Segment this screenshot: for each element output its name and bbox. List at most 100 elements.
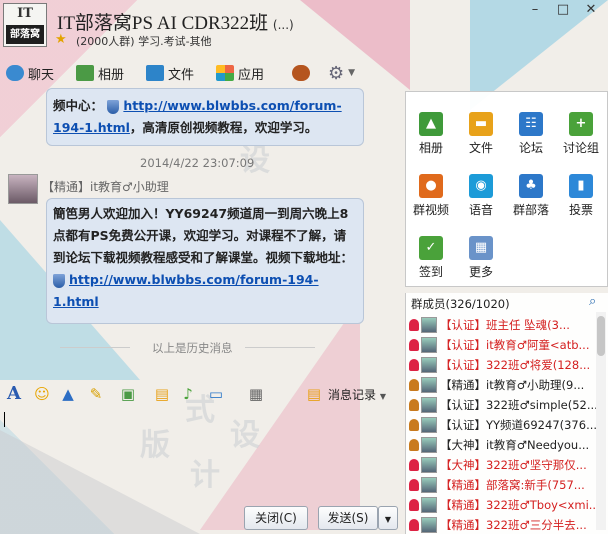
music-icon[interactable]: ♪ [178, 384, 198, 404]
member-row[interactable]: 【认证】322班♂simple(52... [409, 395, 599, 415]
member-name: 【认证】322班♂simple(52... [440, 398, 598, 412]
app-files[interactable]: ▬ 文件 [456, 112, 506, 156]
member-row[interactable]: 【认证】班主任 坠魂(3... [409, 315, 599, 335]
avatar[interactable] [8, 174, 38, 204]
chevron-down-icon: ▼ [348, 68, 356, 78]
app-group-video[interactable]: ● 群视频 [406, 174, 456, 218]
sender-name[interactable]: 【精通】it教育♂小助理 [42, 178, 169, 195]
avatar [421, 517, 437, 533]
member-badge-icon [409, 499, 419, 511]
member-scrollbar[interactable] [596, 312, 606, 530]
app-more[interactable]: ▦ 更多 [456, 236, 506, 280]
app-vote[interactable]: ▮ 投票 [556, 174, 606, 218]
video-icon: ● [419, 174, 443, 198]
scrollbar-thumb[interactable] [597, 316, 605, 356]
emoji-icon[interactable]: ☺ [32, 384, 52, 404]
close-button[interactable]: 关闭(C) [244, 506, 308, 530]
history-divider: 以上是历史消息 [60, 340, 400, 355]
message-text: ，高清原创视频教程，欢迎学习。 [129, 120, 318, 135]
tab-apps[interactable]: 应用 [216, 62, 264, 84]
member-row[interactable]: 【认证】it教育♂阿童<atb... [409, 335, 599, 355]
chevron-down-icon: ▼ [384, 515, 392, 524]
message-history-button[interactable]: 消息记录 ▼ [328, 386, 386, 403]
maximize-button[interactable]: □ [548, 1, 578, 19]
member-row[interactable]: 【认证】322班♂将爱(128... [409, 355, 599, 375]
minimize-button[interactable]: – [520, 1, 550, 19]
add-member-button[interactable] [292, 62, 310, 84]
avatar [421, 417, 437, 433]
send-options-button[interactable]: ▼ [378, 506, 398, 530]
search-icon[interactable]: ⌕ [589, 294, 596, 309]
avatar [421, 317, 437, 333]
app-album[interactable]: ▲ 相册 [406, 112, 456, 156]
member-badge-icon [409, 479, 419, 491]
message-text: 簡笆男人欢迎加入！YY69247频道周一到周六晚上8点都有PS免费公开课，欢迎学… [53, 206, 354, 265]
member-row[interactable]: 【大神】it教育♂Needyou... [409, 435, 599, 455]
member-row[interactable]: 【精通】it教育♂小助理(9... [409, 375, 599, 395]
title-bar: IT 部落窝 IT部落窝PS AI CDR322班 (...) ★ (2000人… [0, 0, 608, 58]
message-input[interactable] [0, 410, 404, 502]
note-icon[interactable]: ✎ [86, 384, 106, 404]
window-title: IT部落窝PS AI CDR322班 (...) [57, 8, 294, 35]
member-row[interactable]: 【精通】部落窝:新手(757... [409, 475, 599, 495]
screenshot-icon[interactable]: ▦ [246, 384, 266, 404]
album-icon [76, 65, 94, 81]
app-checkin[interactable]: ✓ 签到 [406, 236, 456, 280]
app-forum[interactable]: ☷ 论坛 [506, 112, 556, 156]
forum-link[interactable]: http://www.blwbbs.com/forum-194-1.html [53, 272, 319, 309]
member-name: 【认证】it教育♂阿童<atb... [440, 338, 590, 352]
title-suffix: (...) [272, 18, 294, 32]
message-bubble: 频中心： http://www.blwbbs.com/forum-194-1.h… [46, 88, 364, 146]
chat-history[interactable]: 频中心： http://www.blwbbs.com/forum-194-1.h… [0, 88, 404, 380]
app-discussion[interactable]: + 讨论组 [556, 112, 606, 156]
input-toolbar: A ☺ ▲ ✎ ▣ ▤ ♪ ▭ ▦ ▤ 消息记录 ▼ [0, 380, 404, 408]
app-label: 语音 [468, 203, 493, 217]
magic-icon[interactable]: ▲ [58, 384, 78, 404]
tab-label: 文件 [168, 67, 195, 83]
avatar [421, 437, 437, 453]
app-label: 论坛 [518, 141, 543, 155]
tab-bar: 聊天 相册 文件 应用 ⚙ ▼ [0, 58, 608, 88]
avatar [421, 357, 437, 373]
doc-icon[interactable]: ▤ [152, 384, 172, 404]
app-label: 更多 [468, 265, 493, 279]
vote-icon: ▮ [569, 174, 593, 198]
avatar [421, 477, 437, 493]
app-tribe[interactable]: ♣ 群部落 [506, 174, 556, 218]
history-label: 以上是历史消息 [152, 341, 233, 355]
group-logo[interactable]: IT 部落窝 [3, 3, 47, 47]
tab-chat[interactable]: 聊天 [6, 62, 54, 84]
history-icon[interactable]: ▤ [304, 384, 324, 404]
close-window-button[interactable]: ✕ [576, 1, 606, 19]
app-label: 文件 [468, 141, 493, 155]
font-icon[interactable]: A [4, 384, 24, 404]
member-row[interactable]: 【精通】322班♂Tboy<xmi... [409, 495, 599, 515]
member-badge-icon [409, 439, 419, 451]
member-row[interactable]: 【认证】YY频道69247(376... [409, 415, 599, 435]
chevron-down-icon: ▼ [379, 392, 386, 401]
member-row[interactable]: 【精通】322班♂三分半去... [409, 515, 599, 534]
discussion-icon: + [569, 112, 593, 136]
member-badge-icon [409, 379, 419, 391]
send-button[interactable]: 发送(S) [318, 506, 378, 530]
group-info: (2000人群) 学习.考试-其他 [76, 35, 212, 48]
group-name: IT部落窝PS AI CDR322班 [57, 13, 269, 34]
chat-window: 设 计 式 版 设 计 IT 部落窝 IT部落窝PS AI CDR322班 (.… [0, 0, 608, 534]
voice-icon: ◉ [469, 174, 493, 198]
app-label: 投票 [568, 203, 593, 217]
screen-icon[interactable]: ▭ [206, 384, 226, 404]
app-label: 讨论组 [562, 141, 599, 155]
member-count: 群成员(326/1020) [411, 297, 510, 311]
image-icon[interactable]: ▣ [118, 384, 138, 404]
member-name: 【精通】322班♂Tboy<xmi... [440, 498, 599, 512]
member-name: 【大神】322班♂坚守那仅... [440, 458, 587, 472]
settings-button[interactable]: ⚙ ▼ [328, 62, 355, 84]
member-name: 【精通】it教育♂小助理(9... [440, 378, 585, 392]
app-voice[interactable]: ◉ 语音 [456, 174, 506, 218]
member-row[interactable]: 【大神】322班♂坚守那仅... [409, 455, 599, 475]
tab-files[interactable]: 文件 [146, 62, 194, 84]
forum-icon: ☷ [519, 112, 543, 136]
text-caret [4, 412, 5, 427]
divider-line [245, 347, 315, 348]
tab-album[interactable]: 相册 [76, 62, 124, 84]
